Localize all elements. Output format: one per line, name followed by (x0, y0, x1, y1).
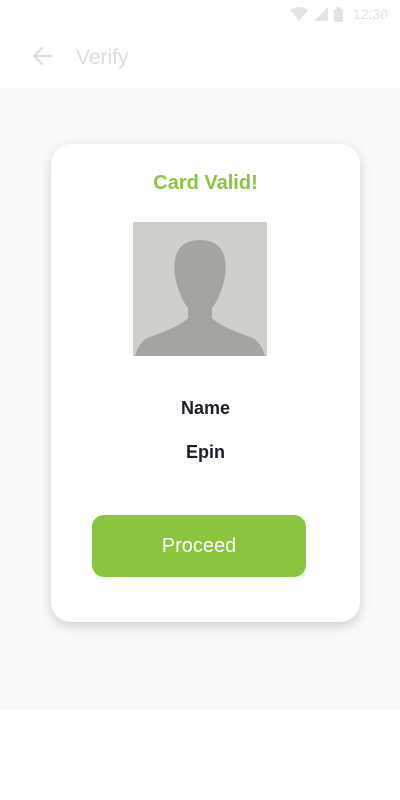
page-title: Verify (76, 46, 129, 69)
wifi-icon (289, 7, 308, 21)
person-silhouette-icon (133, 222, 267, 356)
battery-icon (333, 6, 343, 22)
name-label: Name (180, 398, 231, 418)
screen: 12:30 Verify Card Valid! Name Epin Proce… (0, 0, 400, 800)
verification-card: Card Valid! Name Epin Proceed (51, 144, 360, 622)
arrow-left-icon (31, 45, 53, 72)
name-value: Epin (186, 442, 225, 462)
proceed-button[interactable]: Proceed (92, 515, 306, 577)
status-time: 12:30 (352, 6, 388, 22)
avatar (133, 222, 267, 356)
content-area: Card Valid! Name Epin Proceed (0, 88, 400, 710)
card-status-title: Card Valid! (153, 172, 258, 194)
cell-signal-icon (313, 7, 328, 21)
back-button[interactable] (14, 28, 70, 88)
app-bar: Verify (0, 28, 400, 88)
status-bar: 12:30 (0, 0, 400, 28)
